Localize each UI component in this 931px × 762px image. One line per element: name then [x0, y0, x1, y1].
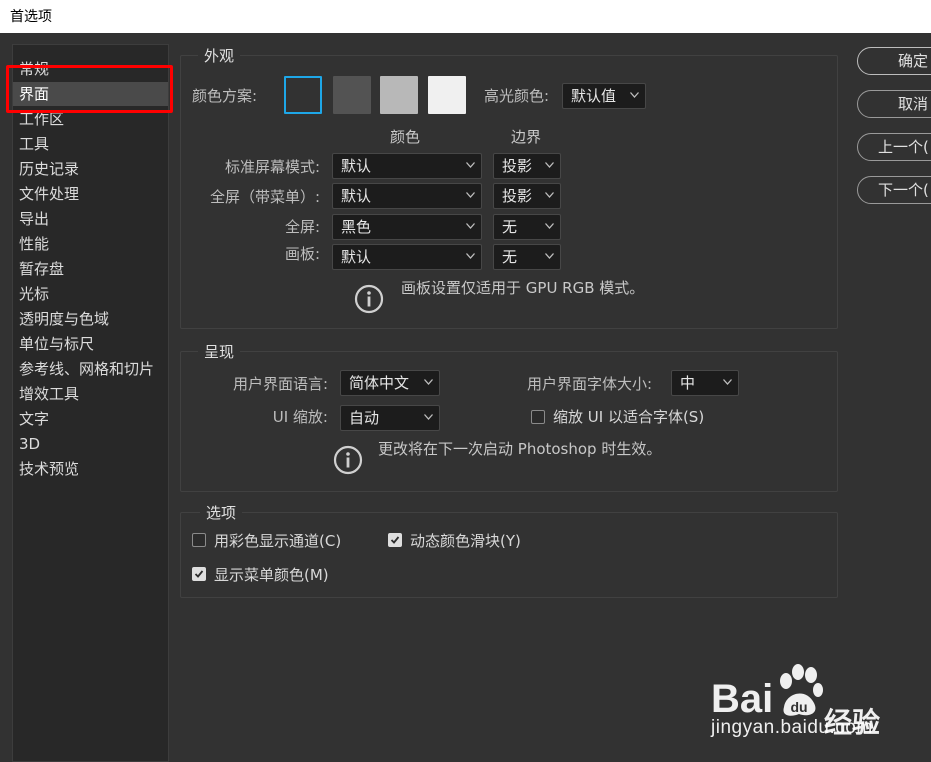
- ui-scaling-label: UI 缩放:: [272, 408, 328, 426]
- preferences-dialog: 常规 界面 工作区 工具 历史记录 文件处理 导出 性能 暂存盘 光标 透明度与…: [0, 33, 931, 762]
- highlight-color-label: 高光颜色:: [484, 87, 550, 105]
- color-scheme-swatch-light[interactable]: [428, 76, 466, 114]
- color-scheme-swatch-darkest[interactable]: [284, 76, 322, 114]
- scale-to-font-checkbox[interactable]: [531, 410, 545, 424]
- color-channels-label: 用彩色显示通道(C): [214, 532, 342, 550]
- chevron-down-icon: [630, 92, 639, 98]
- highlight-color-value: 默认值: [571, 87, 617, 105]
- standard-screen-mode-label: 标准屏幕模式:: [224, 158, 320, 176]
- sidebar-item-history[interactable]: 历史记录: [13, 157, 168, 181]
- sidebar-item-technology-previews[interactable]: 技术预览: [13, 457, 168, 481]
- ui-scaling-select[interactable]: 自动: [340, 405, 440, 431]
- artboard-border-select[interactable]: 无: [493, 244, 561, 270]
- sidebar-item-plugins[interactable]: 增效工具: [13, 382, 168, 406]
- ui-language-label: 用户界面语言:: [232, 375, 328, 393]
- appearance-title: 外观: [198, 45, 241, 66]
- ui-font-size-label: 用户界面字体大小:: [527, 375, 653, 393]
- previous-button[interactable]: 上一个(: [857, 133, 931, 161]
- select-value: 投影: [502, 157, 533, 175]
- select-value: 简体中文: [349, 374, 410, 392]
- menu-colors-checkbox[interactable]: [192, 567, 206, 581]
- watermark-url: jingyan.baidu.com: [711, 717, 873, 738]
- chevron-down-icon: [424, 379, 433, 385]
- menu-colors-label: 显示菜单颜色(M): [214, 566, 329, 584]
- fullscreen-label: 全屏:: [284, 218, 320, 236]
- select-value: 黑色: [341, 218, 372, 236]
- column-header-border: 边界: [511, 128, 542, 146]
- info-icon: [354, 284, 384, 314]
- select-value: 投影: [502, 187, 533, 205]
- chevron-down-icon: [545, 223, 554, 229]
- artboard-note: 画板设置仅适用于 GPU RGB 模式。: [401, 279, 645, 297]
- chevron-down-icon: [723, 379, 732, 385]
- artboard-color-select[interactable]: 默认: [332, 244, 482, 270]
- info-icon: [333, 445, 363, 475]
- presentation-title: 呈现: [198, 341, 241, 362]
- chevron-down-icon: [545, 192, 554, 198]
- chevron-down-icon: [466, 253, 475, 259]
- color-scheme-swatch-dark[interactable]: [333, 76, 371, 114]
- artboard-label: 画板:: [284, 245, 320, 263]
- sidebar-item-guides-grid-slices[interactable]: 参考线、网格和切片: [13, 357, 168, 381]
- fullscreen-menus-color-select[interactable]: 默认: [332, 183, 482, 209]
- restart-note: 更改将在下一次启动 Photoshop 时生效。: [378, 440, 662, 458]
- sidebar-item-performance[interactable]: 性能: [13, 232, 168, 256]
- column-header-color: 颜色: [390, 128, 421, 146]
- sidebar-item-units-rulers[interactable]: 单位与标尺: [13, 332, 168, 356]
- ui-language-select[interactable]: 简体中文: [340, 370, 440, 396]
- sidebar-item-scratch-disks[interactable]: 暂存盘: [13, 257, 168, 281]
- chevron-down-icon: [424, 414, 433, 420]
- options-group: [180, 512, 838, 598]
- chevron-down-icon: [545, 162, 554, 168]
- select-value: 中: [680, 374, 696, 392]
- watermark-brand-left: Bai: [711, 677, 774, 721]
- category-sidebar: 常规 界面 工作区 工具 历史记录 文件处理 导出 性能 暂存盘 光标 透明度与…: [12, 44, 169, 762]
- chevron-down-icon: [466, 223, 475, 229]
- fullscreen-color-select[interactable]: 黑色: [332, 214, 482, 240]
- select-value: 默认: [341, 248, 372, 266]
- sidebar-item-tools[interactable]: 工具: [13, 132, 168, 156]
- window-title: 首选项: [10, 9, 52, 25]
- title-bar: 首选项: [0, 0, 931, 33]
- dynamic-sliders-checkbox[interactable]: [388, 533, 402, 547]
- chevron-down-icon: [466, 192, 475, 198]
- select-value: 无: [502, 218, 518, 236]
- sidebar-item-3d[interactable]: 3D: [13, 432, 168, 456]
- sidebar-item-file-handling[interactable]: 文件处理: [13, 182, 168, 206]
- sidebar-item-transparency-gamut[interactable]: 透明度与色域: [13, 307, 168, 331]
- color-scheme-label: 颜色方案:: [192, 87, 258, 105]
- standard-screen-color-select[interactable]: 默认: [332, 153, 482, 179]
- highlight-color-select[interactable]: 默认值: [562, 83, 646, 109]
- fullscreen-with-menus-label: 全屏（带菜单）:: [209, 188, 320, 206]
- select-value: 默认: [341, 187, 372, 205]
- fullscreen-border-select[interactable]: 无: [493, 214, 561, 240]
- sidebar-item-cursors[interactable]: 光标: [13, 282, 168, 306]
- paw-logo-icon: du: [780, 664, 823, 716]
- highlight-annotation-box: [6, 65, 173, 113]
- sidebar-item-export[interactable]: 导出: [13, 207, 168, 231]
- sidebar-item-type[interactable]: 文字: [13, 407, 168, 431]
- fullscreen-menus-border-select[interactable]: 投影: [493, 183, 561, 209]
- chevron-down-icon: [545, 253, 554, 259]
- color-channels-checkbox[interactable]: [192, 533, 206, 547]
- options-title: 选项: [200, 502, 243, 523]
- dynamic-sliders-label: 动态颜色滑块(Y): [410, 532, 521, 550]
- select-value: 无: [502, 248, 518, 266]
- standard-screen-border-select[interactable]: 投影: [493, 153, 561, 179]
- scale-to-font-label: 缩放 UI 以适合字体(S): [553, 408, 705, 426]
- svg-text:du: du: [790, 699, 807, 715]
- next-button[interactable]: 下一个(: [857, 176, 931, 204]
- ok-button[interactable]: 确定: [857, 47, 931, 75]
- chevron-down-icon: [466, 162, 475, 168]
- color-scheme-swatch-medium[interactable]: [380, 76, 418, 114]
- select-value: 自动: [349, 409, 380, 427]
- select-value: 默认: [341, 157, 372, 175]
- ui-font-size-select[interactable]: 中: [671, 370, 739, 396]
- cancel-button[interactable]: 取消: [857, 90, 931, 118]
